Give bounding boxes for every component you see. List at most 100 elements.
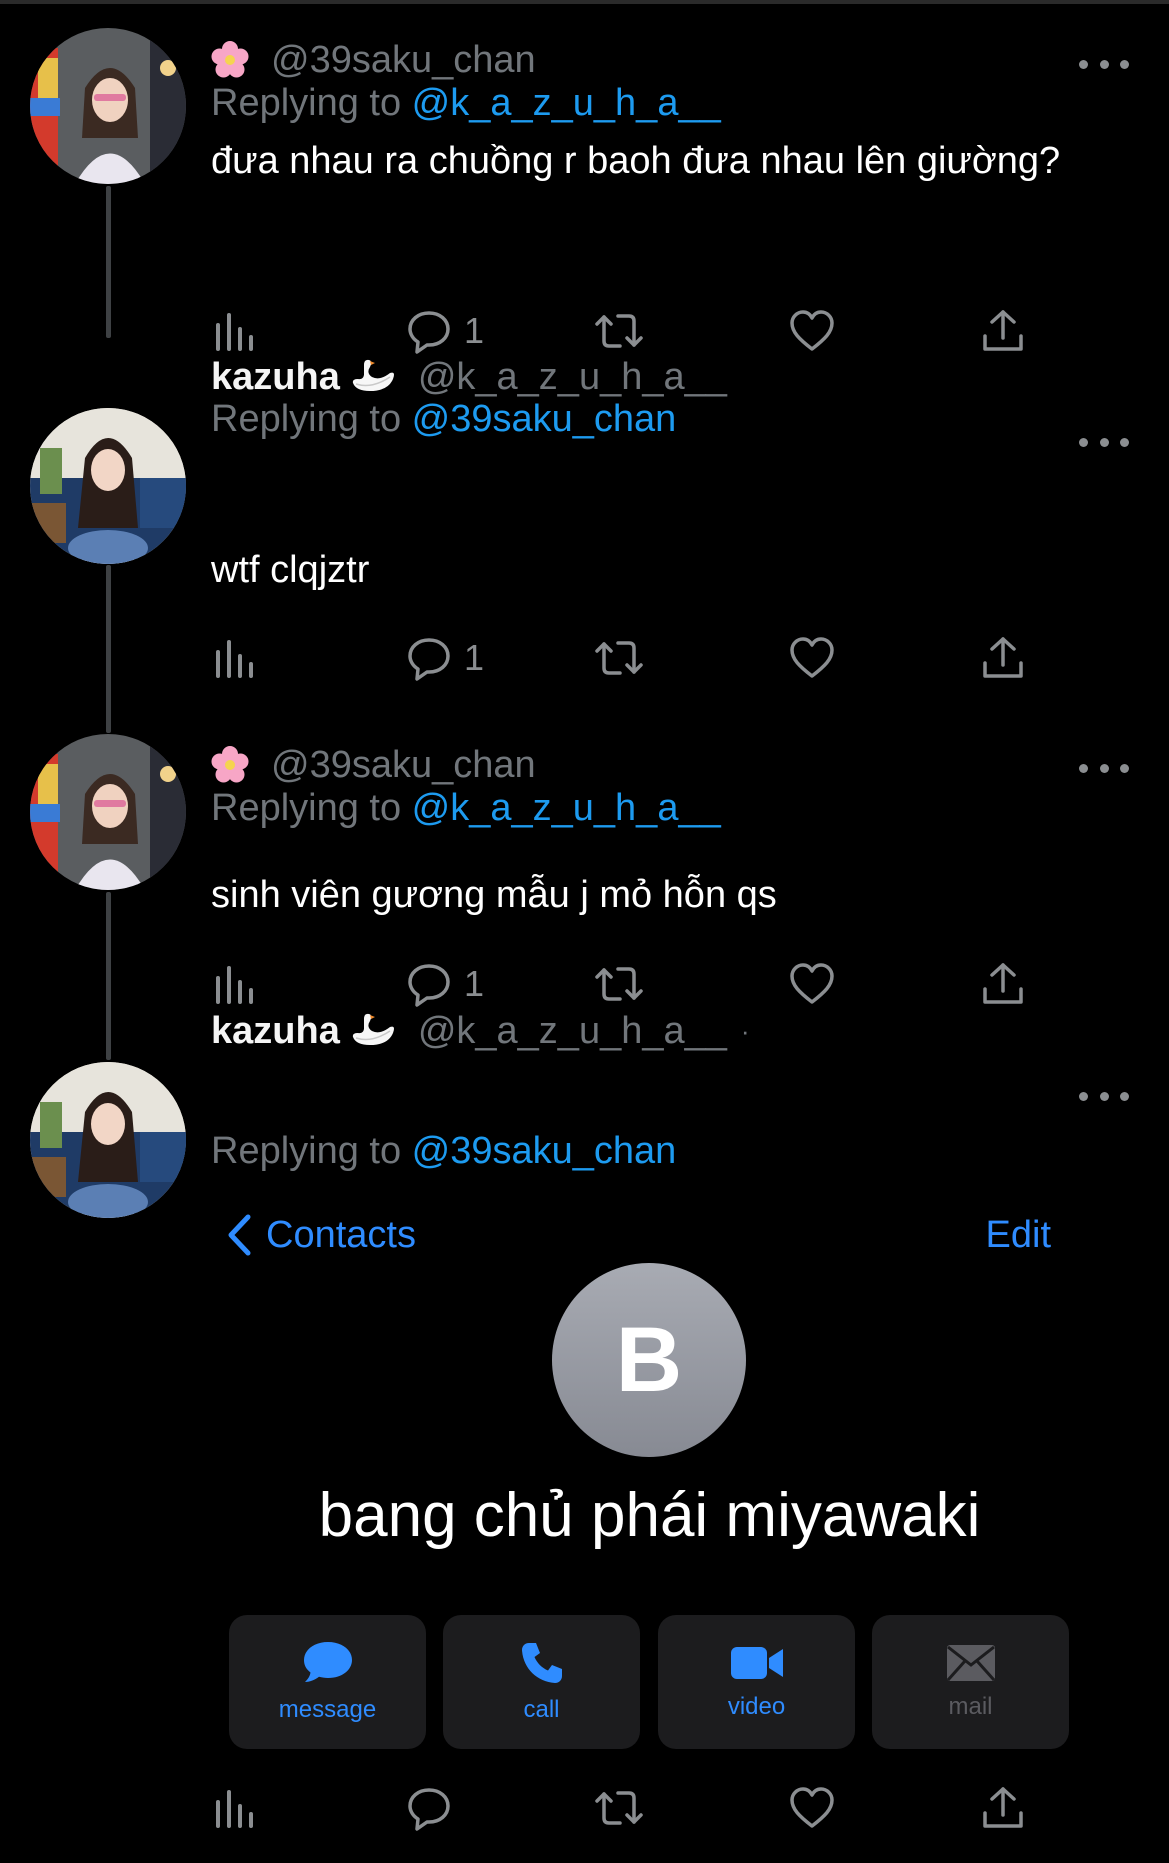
top-divider — [0, 0, 1169, 4]
back-label: Contacts — [266, 1213, 416, 1256]
reply-target-link[interactable]: @k_a_z_u_h_a__ — [412, 787, 721, 829]
share-upload-icon — [983, 637, 1023, 678]
views-button[interactable] — [213, 303, 257, 359]
avatar[interactable] — [30, 734, 186, 890]
avatar[interactable] — [30, 28, 186, 184]
mail-button[interactable]: mail — [872, 1615, 1069, 1749]
flower-icon — [211, 746, 249, 784]
tweet-text: sinh viên gương mẫu j mỏ hỗn qs — [211, 874, 777, 916]
contact-name-text: bang chủ phái miyawaki — [318, 1481, 981, 1550]
retweet-button[interactable] — [594, 630, 644, 686]
avatar[interactable] — [30, 408, 186, 564]
contact-initial: B — [615, 1308, 683, 1411]
bar-chart-icon — [216, 640, 253, 678]
more-dots-icon[interactable] — [1079, 54, 1129, 74]
like-button[interactable] — [789, 303, 835, 359]
user-handle[interactable]: @39saku_chan — [271, 39, 536, 82]
dot-separator: · — [740, 1015, 750, 1046]
retweet-icon — [595, 314, 643, 348]
share-button[interactable] — [981, 956, 1025, 1012]
replying-prefix: Replying to — [211, 787, 412, 829]
contact-avatar: B — [552, 1263, 746, 1457]
tweet-text: wtf clqjztr — [211, 549, 370, 591]
share-button[interactable] — [981, 303, 1025, 359]
replying-prefix: Replying to — [211, 82, 412, 124]
tweet-header: @39saku_chan — [211, 740, 536, 790]
replying-to: Replying to @k_a_z_u_h_a__ — [211, 787, 721, 830]
reply-count: 1 — [464, 310, 485, 351]
message-bubble-icon — [303, 1642, 352, 1682]
back-to-contacts-button[interactable]: Contacts — [226, 1205, 416, 1265]
flower-icon — [211, 41, 249, 79]
video-camera-icon — [730, 1647, 783, 1679]
reply-target-link[interactable]: @k_a_z_u_h_a__ — [412, 82, 721, 124]
retweet-button[interactable] — [594, 956, 644, 1012]
replying-prefix: Replying to — [211, 1130, 412, 1172]
video-button[interactable]: video — [658, 1615, 855, 1749]
call-label: call — [523, 1696, 560, 1723]
chevron-left-icon — [228, 1214, 251, 1256]
bar-chart-icon — [216, 313, 253, 351]
reply-button[interactable]: 1 — [406, 630, 484, 686]
mail-envelope-icon — [946, 1645, 995, 1682]
tweet-header: kazuha @k_a_z_u_h_a__ — [211, 352, 727, 402]
views-button[interactable] — [213, 956, 257, 1012]
contact-nav-bar: Contacts Edit — [0, 1205, 1169, 1265]
heart-icon — [790, 310, 834, 351]
user-handle[interactable]: @k_a_z_u_h_a__ — [418, 1010, 727, 1053]
reply-count: 1 — [464, 637, 485, 678]
tweet-header: kazuha @k_a_z_u_h_a__ · — [211, 1006, 750, 1056]
avatar[interactable] — [30, 1062, 186, 1218]
reply-target-link[interactable]: @39saku_chan — [412, 398, 677, 440]
thread-connector — [106, 892, 111, 1060]
swan-icon — [350, 359, 396, 395]
heart-icon — [790, 963, 834, 1004]
bar-chart-icon — [216, 966, 253, 1004]
swan-icon — [350, 1013, 396, 1049]
reply-button[interactable] — [406, 1780, 452, 1836]
like-button[interactable] — [789, 630, 835, 686]
views-button[interactable] — [213, 630, 257, 686]
retweet-button[interactable] — [594, 1780, 644, 1836]
share-button[interactable] — [981, 630, 1025, 686]
tweet-actions: 1 — [211, 630, 1041, 686]
retweet-icon — [595, 1791, 643, 1825]
more-dots-icon[interactable] — [1079, 432, 1129, 452]
user-handle[interactable]: @39saku_chan — [271, 744, 536, 787]
thread-connector — [106, 565, 111, 733]
display-name[interactable]: kazuha — [211, 356, 340, 399]
speech-bubble-icon — [408, 311, 450, 354]
user-handle[interactable]: @k_a_z_u_h_a__ — [418, 356, 727, 399]
share-upload-icon — [983, 1787, 1023, 1828]
like-button[interactable] — [789, 956, 835, 1012]
views-button[interactable] — [213, 1780, 257, 1836]
share-button[interactable] — [981, 1780, 1025, 1836]
more-dots-icon[interactable] — [1079, 758, 1129, 778]
tweet-actions — [211, 1780, 1041, 1836]
tweet-actions: 1 — [211, 956, 1041, 1012]
replying-to: Replying to @k_a_z_u_h_a__ — [211, 82, 721, 125]
reply-target-link[interactable]: @39saku_chan — [412, 1130, 677, 1172]
retweet-icon — [595, 641, 643, 675]
share-upload-icon — [983, 963, 1023, 1004]
tweet-header: @39saku_chan — [211, 35, 536, 85]
thread-connector — [106, 186, 111, 338]
edit-button[interactable]: Edit — [986, 1205, 1051, 1265]
speech-bubble-icon — [408, 638, 450, 681]
speech-bubble-icon — [408, 964, 450, 1007]
call-button[interactable]: call — [443, 1615, 640, 1749]
message-button[interactable]: message — [229, 1615, 426, 1749]
reply-button[interactable]: 1 — [406, 303, 484, 359]
display-name[interactable]: kazuha — [211, 1010, 340, 1053]
more-dots-icon[interactable] — [1079, 1086, 1129, 1106]
reply-button[interactable]: 1 — [406, 956, 484, 1012]
reply-count: 1 — [464, 963, 485, 1004]
like-button[interactable] — [789, 1780, 835, 1836]
replying-to: Replying to @39saku_chan — [211, 1130, 676, 1173]
message-label: message — [278, 1696, 377, 1723]
mail-label: mail — [948, 1693, 993, 1720]
tweet-text: đưa nhau ra chuồng r baoh đưa nhau lên g… — [211, 140, 1061, 182]
heart-icon — [790, 1787, 834, 1828]
retweet-button[interactable] — [594, 303, 644, 359]
speech-bubble-icon — [408, 1788, 450, 1831]
